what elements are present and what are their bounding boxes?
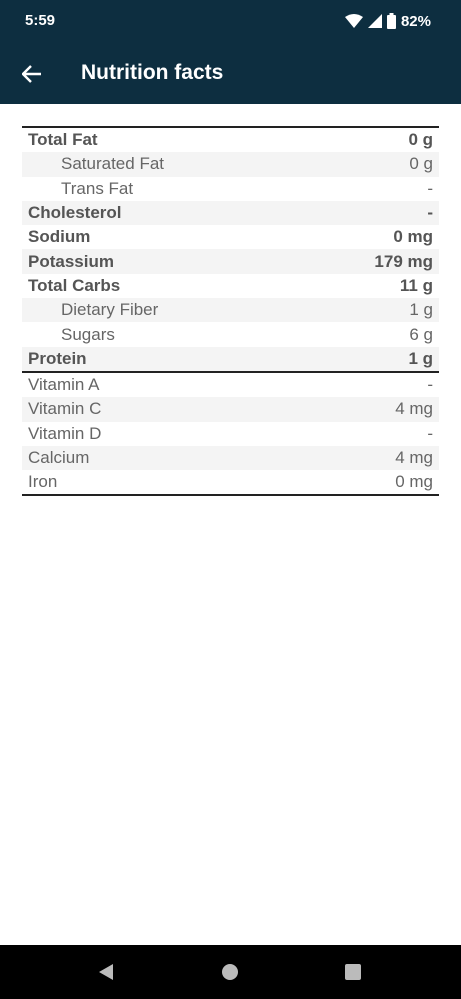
- vitamin-value: -: [427, 375, 433, 395]
- nutrient-label: Saturated Fat: [61, 154, 165, 174]
- nutrient-label: Potassium: [28, 251, 114, 271]
- battery-icon: [386, 13, 396, 29]
- nutrient-value: 11 g: [399, 275, 433, 295]
- nutrient-value: 0 g: [409, 154, 433, 174]
- vitamin-label: Vitamin C: [28, 399, 102, 419]
- nutrient-value: -: [427, 178, 433, 198]
- system-nav-bar: [0, 945, 461, 999]
- vitamin-label: Calcium: [28, 448, 90, 467]
- vitamin-row-a: Vitamin A -: [22, 373, 439, 397]
- vitamin-value: 4 mg: [395, 448, 433, 467]
- nutrient-label: Protein: [28, 348, 87, 368]
- arrow-left-icon: [22, 65, 41, 83]
- nutrient-value: 6 g: [409, 324, 433, 344]
- vitamin-row-d: Vitamin D -: [22, 422, 439, 446]
- battery-percent: 82%: [400, 12, 431, 30]
- nutrient-row-total-fat: Total Fat 0 g: [22, 128, 439, 152]
- nutrient-row-protein: Protein 1 g: [22, 346, 439, 373]
- nutrient-label: Trans Fat: [61, 178, 134, 198]
- nutrient-row-potassium: Potassium 179 mg: [22, 249, 439, 274]
- nutrient-label: Dietary Fiber: [61, 300, 159, 320]
- cellular-signal-icon: [367, 14, 382, 28]
- nav-recents-button[interactable]: [341, 960, 365, 984]
- nutrient-value: 0 g: [408, 130, 433, 150]
- app-bar: Nutrition facts: [0, 42, 461, 104]
- page-title: Nutrition facts: [81, 61, 224, 84]
- wifi-icon: [344, 14, 363, 28]
- nutrient-label: Sodium: [28, 227, 91, 247]
- nutrient-label: Total Carbs: [28, 275, 121, 295]
- nutrient-label: Sugars: [61, 324, 115, 344]
- triangle-back-icon: [99, 964, 113, 980]
- nutrient-row-sugars: Sugars 6 g: [22, 322, 439, 346]
- nutrient-row-dietary-fiber: Dietary Fiber 1 g: [22, 298, 439, 323]
- circle-home-icon: [222, 964, 238, 980]
- vitamin-label: Vitamin D: [28, 423, 102, 443]
- nutrition-table: Total Fat 0 g Saturated Fat 0 g Trans Fat -…: [22, 126, 439, 497]
- nutrient-row-sodium: Sodium 0 mg: [22, 225, 439, 249]
- nutrient-row-trans-fat: Trans Fat -: [22, 177, 439, 201]
- nutrient-row-cholesterol: Cholesterol -: [22, 200, 439, 226]
- vitamin-label: Vitamin A: [28, 375, 100, 395]
- nutrient-row-saturated-fat: Saturated Fat 0 g: [22, 152, 439, 177]
- nutrient-value: 1 g: [408, 348, 433, 368]
- nutrient-label: Total Fat: [28, 130, 98, 150]
- back-button[interactable]: [18, 60, 46, 88]
- vitamin-value: 4 mg: [395, 399, 433, 419]
- status-bar: 5:59 82%: [0, 0, 461, 42]
- nutrient-value: 179 mg: [374, 251, 433, 271]
- vitamin-row-calcium: Calcium 4 mg: [22, 445, 439, 471]
- vitamin-row-iron: Iron 0 mg: [22, 470, 439, 497]
- vitamin-row-c: Vitamin C 4 mg: [22, 397, 439, 422]
- vitamin-value: -: [427, 423, 433, 443]
- nutrient-label: Cholesterol: [28, 203, 122, 223]
- status-time: 5:59: [25, 12, 56, 29]
- nutrient-row-total-carbs: Total Carbs 11 g: [22, 274, 439, 298]
- nav-home-button[interactable]: [218, 960, 242, 984]
- vitamin-value: 0 mg: [395, 472, 433, 492]
- nav-back-button[interactable]: [94, 960, 118, 984]
- square-recents-icon: [345, 964, 361, 980]
- nutrient-value: -: [427, 203, 433, 223]
- nutrient-value: 1 g: [409, 300, 433, 320]
- nutrient-value: 0 mg: [393, 227, 433, 247]
- vitamin-label: Iron: [28, 472, 58, 492]
- status-icons: 82%: [344, 11, 431, 31]
